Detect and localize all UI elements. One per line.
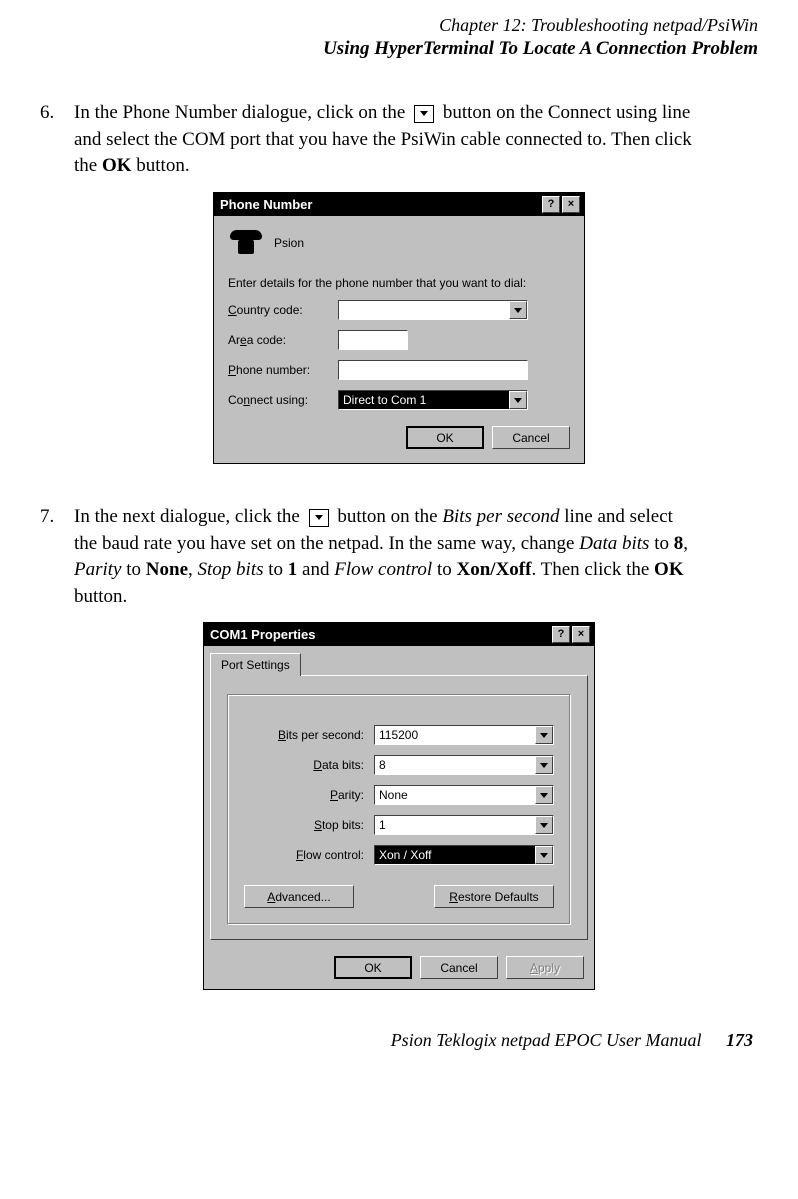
section-title: Using HyperTerminal To Locate A Connecti… [40, 37, 758, 61]
advanced-button[interactable]: Advanced... [244, 885, 354, 908]
step-number: 6. [40, 100, 74, 180]
stop-bits-combo[interactable]: 1 [374, 815, 554, 835]
tab-port-settings[interactable]: Port Settings [210, 653, 301, 676]
restore-defaults-button[interactable]: Restore Defaults [434, 885, 554, 908]
dialog-title: Phone Number [218, 197, 312, 212]
chevron-down-icon[interactable] [535, 846, 553, 864]
phone-row: Phone number: [228, 360, 570, 380]
dropdown-icon [414, 105, 434, 123]
connect-row: Connect using: Direct to Com 1 [228, 390, 570, 410]
chevron-down-icon[interactable] [535, 786, 553, 804]
titlebar: Phone Number ? × [214, 193, 584, 216]
chevron-down-icon[interactable] [535, 816, 553, 834]
connect-combo[interactable]: Direct to Com 1 [338, 390, 528, 410]
country-row: Country code: [228, 300, 570, 320]
chapter-title: Chapter 12: Troubleshooting netpad/PsiWi… [40, 14, 758, 37]
footer-text: Psion Teklogix netpad EPOC User Manual [391, 1030, 702, 1050]
dialog-prompt: Enter details for the phone number that … [228, 276, 570, 290]
close-button[interactable]: × [562, 196, 580, 213]
ok-button[interactable]: OK [334, 956, 412, 979]
step-body: In the next dialogue, click the button o… [74, 504, 758, 610]
chevron-down-icon[interactable] [509, 301, 527, 319]
dropdown-icon [309, 509, 329, 527]
country-combo[interactable] [338, 300, 528, 320]
com1-properties-dialog: COM1 Properties ? × Port Settings Bits p… [203, 622, 595, 990]
step-7: 7. In the next dialogue, click the butto… [40, 504, 758, 610]
ok-button[interactable]: OK [406, 426, 484, 449]
step-body: In the Phone Number dialogue, click on t… [74, 100, 758, 180]
flow-control-combo[interactable]: Xon / Xoff [374, 845, 554, 865]
page-footer: Psion Teklogix netpad EPOC User Manual 1… [40, 1030, 758, 1051]
step-number: 7. [40, 504, 74, 610]
area-row: Area code: [228, 330, 570, 350]
cancel-button[interactable]: Cancel [420, 956, 498, 979]
bits-per-second-combo[interactable]: 115200 [374, 725, 554, 745]
phone-number-dialog: Phone Number ? × Psion Enter details for… [213, 192, 585, 464]
parity-combo[interactable]: None [374, 785, 554, 805]
help-button[interactable]: ? [542, 196, 560, 213]
dialog-title: COM1 Properties [208, 627, 315, 642]
cancel-button[interactable]: Cancel [492, 426, 570, 449]
phone-input[interactable] [338, 360, 528, 380]
chevron-down-icon[interactable] [509, 391, 527, 409]
step-6: 6. In the Phone Number dialogue, click o… [40, 100, 758, 180]
page-number: 173 [726, 1030, 753, 1050]
chevron-down-icon[interactable] [535, 756, 553, 774]
area-input[interactable] [338, 330, 408, 350]
page-header: Chapter 12: Troubleshooting netpad/PsiWi… [40, 14, 758, 60]
chevron-down-icon[interactable] [535, 726, 553, 744]
help-button[interactable]: ? [552, 626, 570, 643]
settings-group: Bits per second: 115200 Data bits: 8 Par… [227, 694, 571, 925]
icon-label: Psion [274, 236, 304, 250]
tab-strip: Port Settings [204, 646, 594, 675]
apply-button[interactable]: Apply [506, 956, 584, 979]
phone-icon [228, 228, 264, 258]
close-button[interactable]: × [572, 626, 590, 643]
data-bits-combo[interactable]: 8 [374, 755, 554, 775]
titlebar: COM1 Properties ? × [204, 623, 594, 646]
